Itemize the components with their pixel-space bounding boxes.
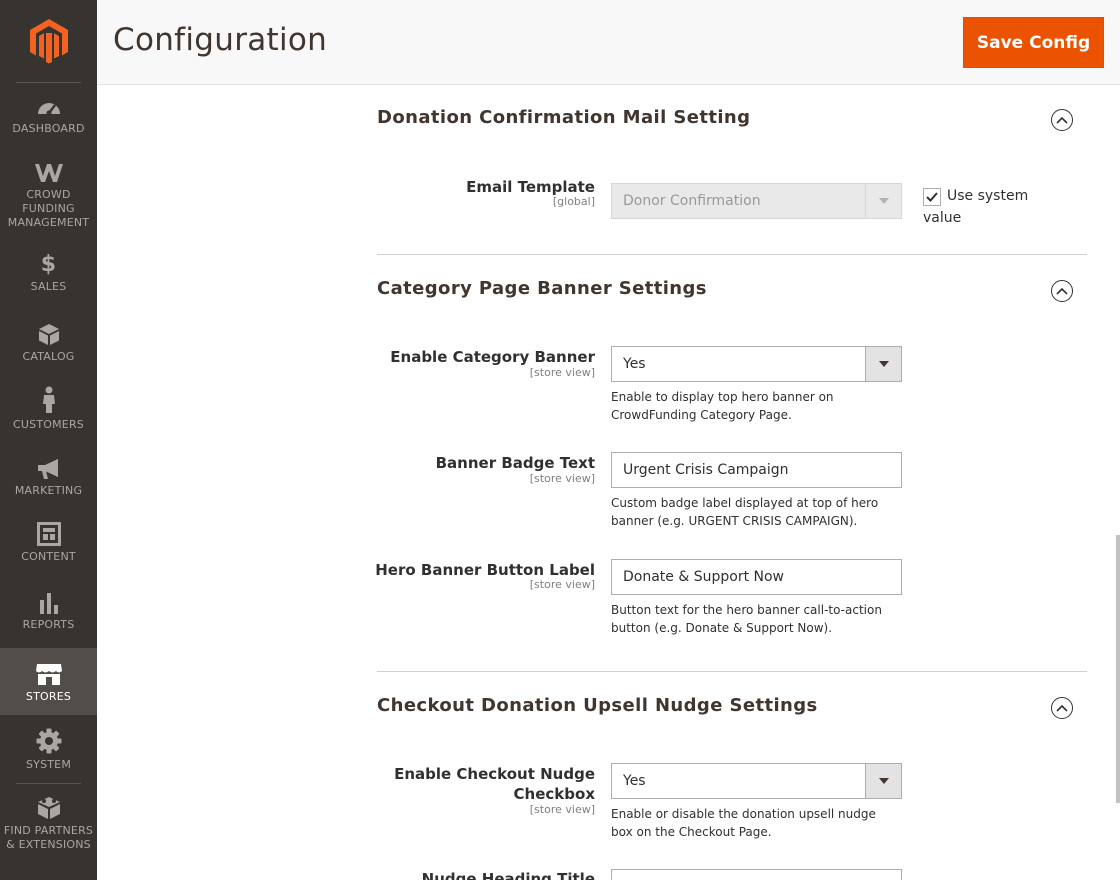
section-title-category-banner[interactable]: Category Page Banner Settings [377, 278, 707, 299]
section-divider [377, 671, 1087, 672]
chevron-down-icon [865, 347, 901, 381]
megaphone-icon [37, 459, 58, 479]
sidebar-item-reports[interactable]: REPORTS [0, 592, 97, 642]
sidebar-item-marketing[interactable]: MARKETING [0, 458, 97, 508]
field-label-enable-category-banner: Enable Category Banner [390, 348, 595, 366]
hero-banner-button-label-input[interactable] [611, 559, 902, 595]
collapse-icon[interactable] [1051, 109, 1073, 131]
sidebar-item-label: CONTENT [21, 550, 76, 563]
checkbox-icon[interactable] [923, 188, 941, 206]
bar-chart-icon [39, 593, 58, 614]
field-scope: [store view] [529, 366, 595, 379]
field-note: Enable to display top hero banner on Cro… [611, 390, 834, 422]
field-note: Button text for the hero banner call-to-… [611, 603, 882, 635]
banner-badge-text-input[interactable] [611, 452, 902, 488]
field-label-email-template: Email Template [466, 178, 595, 196]
field-label-banner-badge-text: Banner Badge Text [435, 454, 595, 472]
page-title: Configuration [113, 22, 328, 58]
field-scope: [store view] [529, 472, 595, 485]
chevron-down-icon [865, 764, 901, 798]
layout-icon [36, 522, 61, 546]
select-value: Yes [623, 356, 646, 372]
select-value: Yes [623, 773, 646, 789]
dollar-icon: $ [40, 252, 57, 277]
collapse-icon[interactable] [1051, 280, 1073, 302]
email-template-select[interactable]: Donor Confirmation [611, 183, 902, 219]
field-scope: [global] [552, 195, 595, 208]
use-system-label-2: value [923, 210, 962, 226]
sidebar-item-label: REPORTS [22, 618, 75, 631]
section-divider [377, 254, 1087, 255]
dashboard-icon [37, 103, 60, 116]
magento-logo-icon [29, 19, 68, 64]
store-icon [35, 664, 62, 685]
field-label-hero-banner-button: Hero Banner Button Label [375, 561, 595, 579]
sidebar-item-customers[interactable]: CUSTOMERS [0, 386, 97, 436]
admin-sidebar: DASHBOARD CROWD FUNDING MANAGEMENT $ SAL… [0, 0, 97, 880]
sidebar-item-find-partners[interactable]: FIND PARTNERS & EXTENSIONS [0, 796, 97, 856]
chevron-down-icon [865, 184, 901, 218]
sidebar-item-label: SYSTEM [25, 758, 72, 771]
gear-icon [36, 728, 61, 754]
sidebar-item-label: DASHBOARD [12, 122, 85, 135]
sidebar-item-content[interactable]: CONTENT [0, 522, 97, 572]
use-system-value-checkbox[interactable]: Use system value [923, 185, 1053, 229]
extensions-icon [37, 797, 60, 819]
nudge-heading-title-input[interactable] [611, 869, 902, 880]
field-label-enable-checkout-nudge: Enable Checkout Nudge Checkbox [394, 765, 595, 803]
sidebar-item-label: CUSTOMERS [13, 418, 84, 431]
sidebar-item-label: FIND PARTNERS & EXTENSIONS [3, 824, 94, 851]
field-scope: [store view] [529, 578, 595, 591]
sidebar-item-label: CATALOG [22, 350, 75, 363]
sidebar-item-label: STORES [25, 690, 72, 703]
use-system-label: Use system [947, 188, 1029, 204]
sidebar-item-label: CROWD FUNDING MANAGEMENT [7, 188, 90, 229]
enable-category-banner-select[interactable]: Yes [611, 346, 902, 382]
collapse-icon[interactable] [1051, 697, 1073, 719]
sidebar-item-catalog[interactable]: CATALOG [0, 322, 97, 372]
section-title-donation-mail[interactable]: Donation Confirmation Mail Setting [377, 107, 750, 128]
field-scope: [store view] [529, 803, 595, 816]
field-note: Custom badge label displayed at top of h… [611, 496, 879, 528]
save-config-button[interactable]: Save Config [963, 17, 1104, 68]
config-main: Donation Confirmation Mail Setting Email… [97, 85, 1120, 880]
select-value: Donor Confirmation [623, 193, 761, 209]
sidebar-item-stores[interactable]: STORES [0, 648, 97, 715]
enable-checkout-nudge-select[interactable]: Yes [611, 763, 902, 799]
magento-logo[interactable] [0, 0, 97, 82]
sidebar-item-label: MARKETING [14, 484, 83, 497]
field-note: Enable or disable the donation upsell nu… [611, 807, 876, 839]
crowdfunding-icon [34, 164, 63, 182]
section-title-checkout-nudge[interactable]: Checkout Donation Upsell Nudge Settings [377, 695, 818, 716]
sidebar-item-label: SALES [30, 280, 67, 293]
page-header: Configuration Save Config [97, 0, 1120, 85]
sidebar-item-system[interactable]: SYSTEM [0, 728, 97, 778]
scrollbar[interactable] [1116, 535, 1120, 803]
sidebar-item-crowdfunding[interactable]: CROWD FUNDING MANAGEMENT [0, 162, 97, 234]
sidebar-item-dashboard[interactable]: DASHBOARD [0, 96, 97, 146]
field-label-nudge-heading-title: Nudge Heading Title [421, 870, 595, 880]
logo-divider [16, 82, 81, 83]
sidebar-item-sales[interactable]: $ SALES [0, 254, 97, 304]
box-icon [38, 324, 59, 345]
sidebar-divider [16, 783, 81, 784]
person-icon [42, 386, 55, 413]
